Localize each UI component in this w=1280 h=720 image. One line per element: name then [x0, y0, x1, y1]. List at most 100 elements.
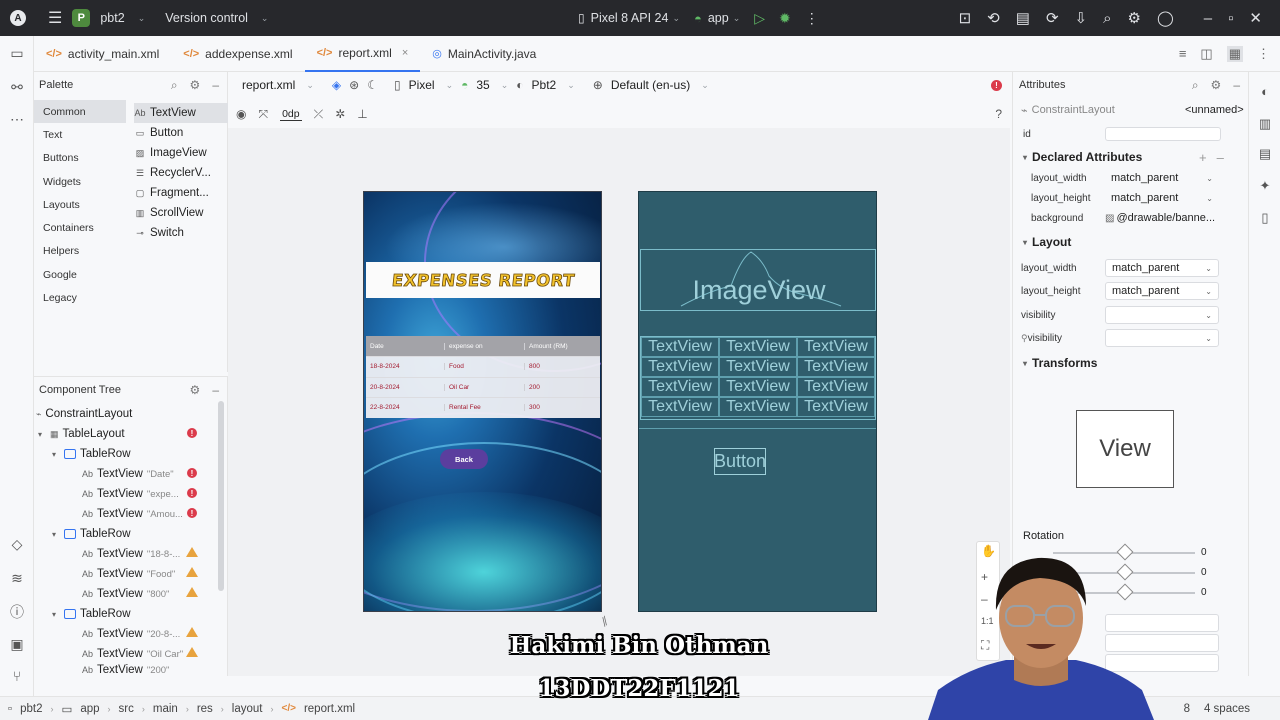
chevron-down-icon[interactable]: ⌄ — [1205, 334, 1212, 343]
clear-constraints-icon[interactable]: ⤫ — [314, 107, 324, 122]
tree-node-tablerow[interactable]: ▾ TableRow — [52, 604, 131, 624]
palette-category-layouts[interactable]: Layouts — [34, 193, 126, 216]
project-name[interactable]: pbt2 — [100, 11, 124, 25]
chevron-down-icon[interactable]: ⌄ — [1205, 311, 1212, 320]
run-config-selector[interactable]: app — [708, 11, 729, 25]
chevron-down-icon[interactable]: ⌄ — [733, 13, 741, 24]
chevron-down-icon[interactable]: ▾ — [38, 430, 46, 439]
tree-node-textview[interactable]: Ab TextView "Date" — [82, 464, 174, 484]
palette-category-common[interactable]: Common — [34, 100, 126, 124]
palette-item-scrollview[interactable]: ▥ ScrollView — [134, 203, 228, 223]
palette-category-widgets[interactable]: Widgets — [34, 170, 126, 193]
chevron-down-icon[interactable]: ⌄ — [261, 13, 269, 24]
run-icon[interactable]: ▷ — [754, 10, 765, 27]
night-mode-icon[interactable]: ☾ — [367, 78, 378, 92]
chevron-down-icon[interactable]: ▾ — [1023, 359, 1027, 368]
chevron-down-icon[interactable]: ⌄ — [306, 80, 314, 91]
tab-report[interactable]: </> report.xml × — [304, 36, 421, 72]
blueprint-toggle-icon[interactable]: ⊛ — [349, 78, 359, 92]
chevron-down-icon[interactable]: ⌄ — [672, 13, 680, 24]
search-icon[interactable]: ⌕ — [171, 78, 178, 93]
chevron-down-icon[interactable]: ⌄ — [1205, 287, 1212, 296]
search-icon[interactable]: ⌕ — [1192, 78, 1199, 93]
blueprint-textview[interactable]: TextView — [797, 337, 875, 357]
gemini-icon[interactable]: ✦ — [1257, 178, 1273, 194]
tab-addexpense[interactable]: </> addexpense.xml — [171, 36, 304, 72]
split-view-icon[interactable]: ◫ — [1200, 46, 1212, 62]
tree-node-textview[interactable]: Ab TextView "18-8-... — [82, 544, 180, 564]
notifications-icon[interactable]: ◐ — [1257, 84, 1273, 100]
blueprint-textview[interactable]: TextView — [797, 397, 875, 417]
device-manager-icon[interactable]: ⊡ — [959, 9, 972, 27]
chevron-down-icon[interactable]: ▾ — [52, 610, 60, 619]
minimize-panel-icon[interactable]: – — [212, 78, 219, 93]
blueprint-textview[interactable]: TextView — [641, 357, 719, 377]
chevron-down-icon[interactable]: ⌄ — [501, 80, 509, 91]
design-canvas[interactable] — [228, 128, 1010, 676]
chevron-down-icon[interactable]: ⌄ — [1206, 174, 1213, 183]
tree-node-tablelayout[interactable]: ▾ ▦ TableLayout — [38, 424, 125, 444]
palette-item-imageview[interactable]: ▨ ImageView — [134, 143, 228, 163]
blueprint-textview[interactable]: TextView — [719, 357, 797, 377]
sync-gradle-icon[interactable]: ⟳ — [1046, 9, 1059, 27]
minimize-icon[interactable]: – — [1204, 10, 1212, 27]
main-menu-icon[interactable]: ☰ — [48, 8, 62, 28]
back-button[interactable]: Back — [440, 449, 488, 469]
warning-icon[interactable] — [186, 567, 198, 577]
blueprint-textview[interactable]: TextView — [797, 377, 875, 397]
project-badge[interactable]: P — [72, 9, 91, 27]
chevron-down-icon[interactable]: ▾ — [1023, 153, 1027, 162]
android-studio-logo-icon[interactable]: A — [10, 10, 26, 26]
warning-icon[interactable] — [186, 547, 198, 557]
infer-constraints-icon[interactable]: ✲ — [335, 107, 345, 121]
more-actions-icon[interactable]: ⋮ — [805, 10, 819, 27]
breadcrumb-item[interactable]: layout — [232, 703, 263, 715]
chevron-down-icon[interactable]: ⌄ — [446, 80, 454, 91]
palette-category-google[interactable]: Google — [34, 263, 126, 286]
debug-icon[interactable]: ✹ — [779, 10, 791, 27]
design-surface-icon[interactable]: ◈ — [332, 78, 341, 92]
device-file-icon[interactable]: ▤ — [1257, 146, 1273, 162]
blueprint-imageview[interactable]: ImageView — [640, 249, 876, 311]
translate-icon[interactable]: ⟲ — [987, 9, 1000, 27]
error-icon[interactable]: ! — [187, 488, 197, 498]
gear-icon[interactable]: ⚙ — [190, 78, 201, 93]
sdk-manager-icon[interactable]: ⇩ — [1075, 9, 1088, 27]
gem-icon[interactable]: ◇ — [8, 536, 26, 554]
close-tab-icon[interactable]: × — [402, 47, 408, 59]
palette-item-textview[interactable]: Ab TextView — [134, 103, 228, 123]
chevron-down-icon[interactable]: ⌄ — [701, 80, 709, 91]
blueprint-textview[interactable]: TextView — [719, 397, 797, 417]
chevron-down-icon[interactable]: ⌄ — [1206, 194, 1213, 203]
gradle-icon[interactable]: ▥ — [1257, 116, 1273, 132]
problems-icon[interactable]: ⓘ — [8, 602, 26, 620]
error-icon[interactable]: ! — [187, 468, 197, 478]
layout-width-value[interactable]: match_parent ⌄ — [1105, 169, 1219, 187]
chevron-down-icon[interactable]: ▾ — [52, 450, 60, 459]
gear-icon[interactable]: ⚙ — [1211, 78, 1222, 93]
layout-width-dropdown[interactable]: match_parent ⌄ — [1105, 259, 1219, 277]
layout-height-dropdown[interactable]: match_parent ⌄ — [1105, 282, 1219, 300]
breadcrumb-item[interactable]: main — [153, 703, 178, 715]
maximize-icon[interactable]: ▫ — [1228, 10, 1233, 27]
blueprint-table[interactable]: TextView TextView TextView TextView Text… — [640, 336, 876, 420]
palette-category-legacy[interactable]: Legacy — [34, 286, 126, 309]
gear-icon[interactable]: ⚙ — [190, 383, 201, 397]
tree-node-textview[interactable]: Ab TextView "Amou... — [82, 504, 183, 524]
tree-node-tablerow[interactable]: ▾ TableRow — [52, 444, 131, 464]
resource-manager-icon[interactable]: ⚯ — [8, 79, 26, 97]
version-control-menu[interactable]: Version control — [165, 11, 248, 25]
device-selector[interactable]: Pixel — [409, 78, 435, 92]
id-input[interactable] — [1105, 127, 1221, 141]
tab-activity-main[interactable]: </> activity_main.xml — [34, 36, 171, 72]
blueprint-textview[interactable]: TextView — [641, 397, 719, 417]
blueprint-textview[interactable]: TextView — [641, 377, 719, 397]
tree-node-textview[interactable]: Ab TextView "expe... — [82, 484, 179, 504]
palette-category-buttons[interactable]: Buttons — [34, 147, 126, 170]
blueprint-textview[interactable]: TextView — [641, 337, 719, 357]
palette-category-helpers[interactable]: Helpers — [34, 240, 126, 263]
breadcrumb-item[interactable]: src — [119, 703, 134, 715]
background-value[interactable]: ▨ @drawable/banne... — [1105, 209, 1219, 227]
indent-status[interactable]: 4 spaces — [1204, 703, 1250, 715]
project-folder-icon[interactable]: ▭ — [8, 45, 26, 63]
